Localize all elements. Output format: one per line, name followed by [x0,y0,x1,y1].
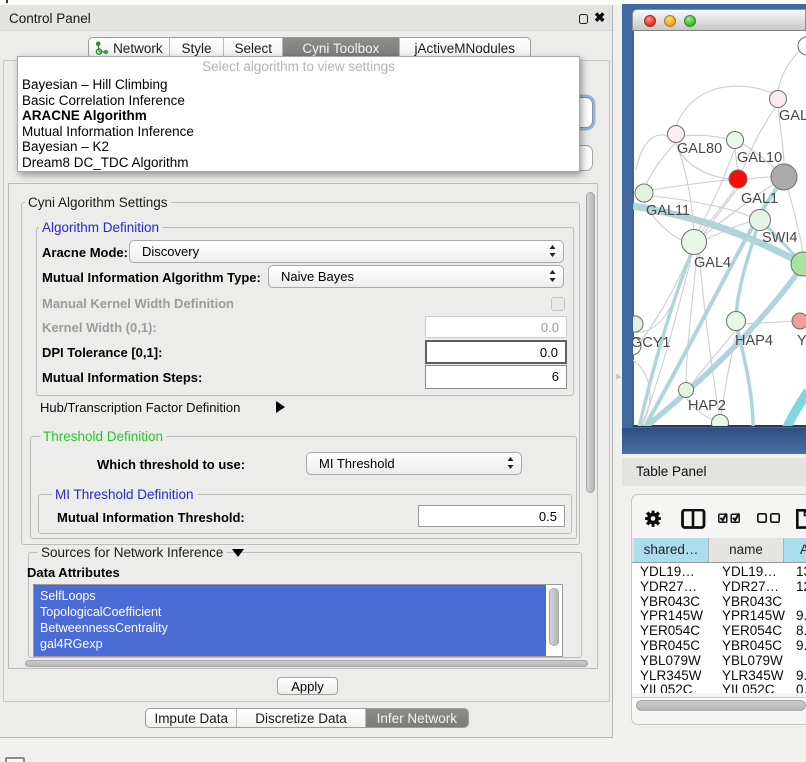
svg-text:GAL10: GAL10 [737,150,782,166]
svg-text:HAP2: HAP2 [688,398,726,414]
svg-text:GAL7: GAL7 [779,108,806,124]
svg-text:GAL4: GAL4 [694,255,731,271]
svg-text:GAL11: GAL11 [646,203,690,219]
svg-text:Y: Y [797,333,806,349]
svg-text:SWI4: SWI4 [762,230,797,246]
svg-text:HAP4: HAP4 [735,333,773,349]
svg-text:GCY1: GCY1 [633,335,671,351]
svg-text:GAL1: GAL1 [741,191,778,207]
svg-text:GAL80: GAL80 [677,141,722,157]
